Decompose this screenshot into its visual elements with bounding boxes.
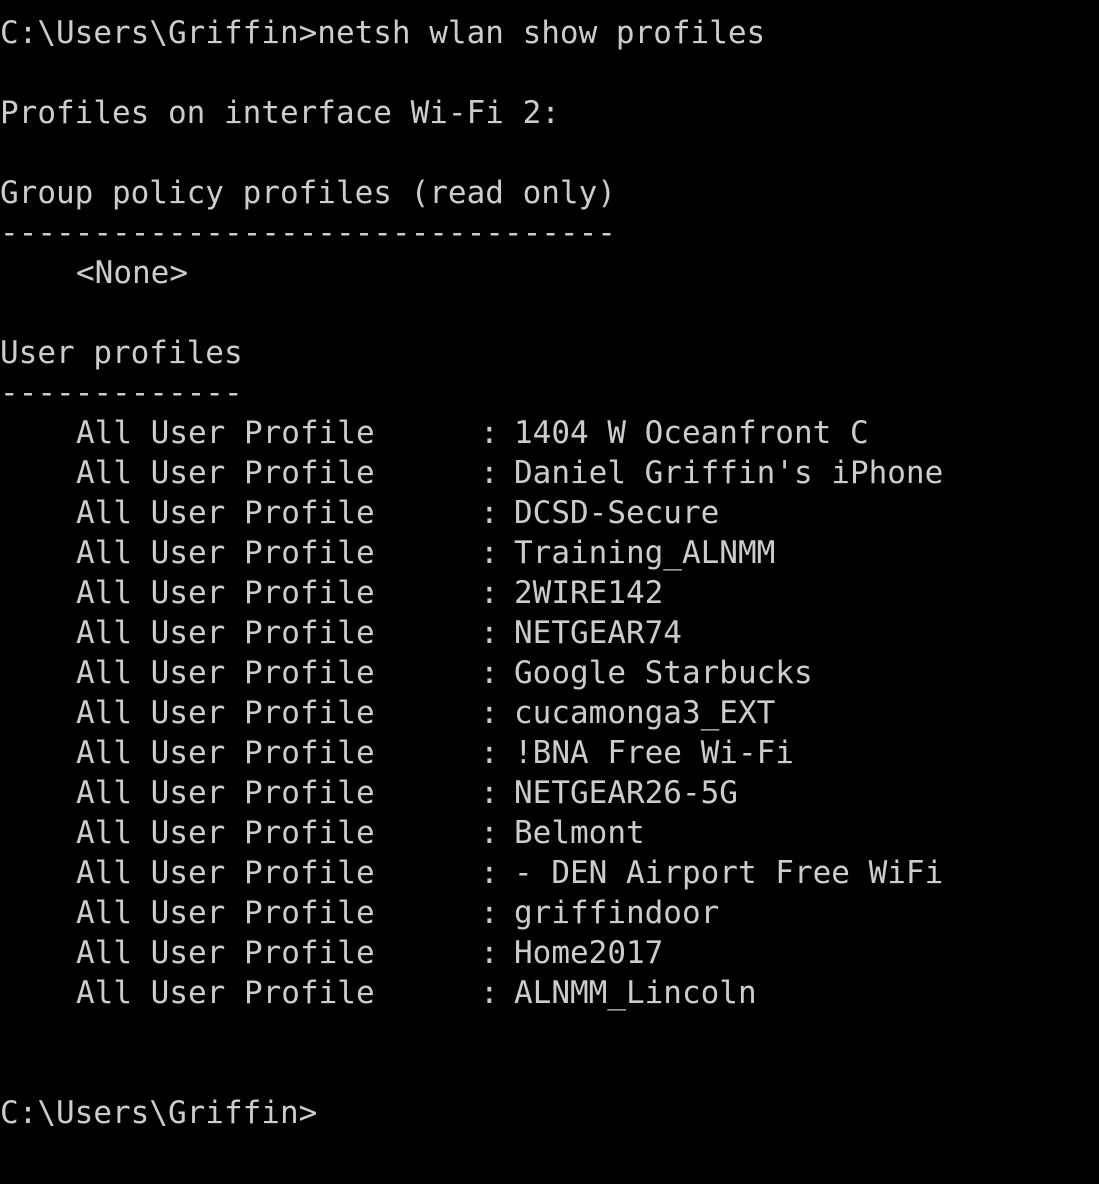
profile-name: - DEN Airport Free WiFi bbox=[514, 855, 944, 891]
profile-row: All User Profile: Daniel Griffin's iPhone bbox=[0, 453, 1099, 493]
profile-list: All User Profile:1404 W Oceanfront C All … bbox=[0, 413, 1099, 1013]
profile-separator: : bbox=[480, 415, 499, 451]
profile-label: All User Profile bbox=[76, 415, 375, 451]
profile-separator: : bbox=[480, 575, 499, 611]
profile-row: All User Profile: griffindoor bbox=[0, 893, 1099, 933]
profile-name: !BNA Free Wi-Fi bbox=[514, 735, 794, 771]
profile-name: DCSD-Secure bbox=[514, 495, 720, 531]
profile-name: Training_ALNMM bbox=[514, 535, 776, 571]
profile-name: 2WIRE142 bbox=[514, 575, 664, 611]
profile-row: All User Profile: cucamonga3_EXT bbox=[0, 693, 1099, 733]
profile-separator: : bbox=[480, 735, 499, 771]
profile-name: ALNMM_Lincoln bbox=[514, 975, 757, 1011]
profile-row: All User Profile:2WIRE142 bbox=[0, 573, 1099, 613]
profile-separator: : bbox=[480, 535, 499, 571]
profile-label: All User Profile bbox=[76, 935, 375, 971]
profile-label: All User Profile bbox=[76, 695, 375, 731]
profile-separator: : bbox=[480, 615, 499, 651]
profile-name: 1404 W Oceanfront C bbox=[514, 415, 869, 451]
profile-label: All User Profile bbox=[76, 615, 375, 651]
profile-separator: : bbox=[480, 975, 499, 1011]
profile-label: All User Profile bbox=[76, 655, 375, 691]
profile-label: All User Profile bbox=[76, 735, 375, 771]
profile-name: Daniel Griffin's iPhone bbox=[514, 455, 944, 491]
profile-name: griffindoor bbox=[514, 895, 720, 931]
profile-row: All User Profile: - DEN Airport Free WiFi bbox=[0, 853, 1099, 893]
command-line: C:\Users\Griffin>netsh wlan show profile… bbox=[0, 13, 1099, 53]
group-policy-rule: --------------------------------- bbox=[0, 215, 616, 251]
profile-row: All User Profile: DCSD-Secure bbox=[0, 493, 1099, 533]
profile-separator: : bbox=[480, 935, 499, 971]
profile-label: All User Profile bbox=[76, 575, 375, 611]
profile-row: All User Profile: !BNA Free Wi-Fi bbox=[0, 733, 1099, 773]
profile-separator: : bbox=[480, 815, 499, 851]
profile-separator: : bbox=[480, 455, 499, 491]
profile-row: All User Profile: ALNMM_Lincoln bbox=[0, 973, 1099, 1013]
profile-row: All User Profile: Belmont bbox=[0, 813, 1099, 853]
profile-row: All User Profile: NETGEAR74 bbox=[0, 613, 1099, 653]
final-prompt-line[interactable]: C:\Users\Griffin> bbox=[0, 1093, 1099, 1133]
group-policy-none: <None> bbox=[76, 255, 188, 291]
profile-separator: : bbox=[480, 695, 499, 731]
prompt: C:\Users\Griffin> bbox=[0, 15, 318, 51]
profile-label: All User Profile bbox=[76, 775, 375, 811]
profile-name: NETGEAR74 bbox=[514, 615, 682, 651]
user-profiles-rule: ------------- bbox=[0, 375, 243, 411]
profile-row: All User Profile: Training_ALNMM bbox=[0, 533, 1099, 573]
profile-separator: : bbox=[480, 855, 499, 891]
command-text: netsh wlan show profiles bbox=[317, 15, 766, 51]
profile-name: Home2017 bbox=[514, 935, 664, 971]
profile-name: NETGEAR26-5G bbox=[514, 775, 738, 811]
profile-separator: : bbox=[480, 655, 499, 691]
profile-row: All User Profile:1404 W Oceanfront C bbox=[0, 413, 1099, 453]
profile-label: All User Profile bbox=[76, 895, 375, 931]
terminal-window[interactable]: C:\Users\Griffin>netsh wlan show profile… bbox=[0, 0, 1099, 1184]
profile-name: Google Starbucks bbox=[514, 655, 813, 691]
group-policy-header: Group policy profiles (read only) bbox=[0, 175, 616, 211]
final-prompt: C:\Users\Griffin> bbox=[0, 1095, 318, 1131]
profile-separator: : bbox=[480, 895, 499, 931]
profile-label: All User Profile bbox=[76, 455, 375, 491]
user-profiles-header: User profiles bbox=[0, 335, 243, 371]
profile-label: All User Profile bbox=[76, 855, 375, 891]
profile-name: cucamonga3_EXT bbox=[514, 695, 776, 731]
profile-row: All User Profile: Home2017 bbox=[0, 933, 1099, 973]
profile-separator: : bbox=[480, 495, 499, 531]
profile-separator: : bbox=[480, 775, 499, 811]
interface-header: Profiles on interface Wi-Fi 2: bbox=[0, 95, 560, 131]
profile-label: All User Profile bbox=[76, 815, 375, 851]
profile-label: All User Profile bbox=[76, 535, 375, 571]
profile-label: All User Profile bbox=[76, 495, 375, 531]
profile-label: All User Profile bbox=[76, 975, 375, 1011]
profile-row: All User Profile: Google Starbucks bbox=[0, 653, 1099, 693]
profile-row: All User Profile: NETGEAR26-5G bbox=[0, 773, 1099, 813]
profile-name: Belmont bbox=[514, 815, 645, 851]
